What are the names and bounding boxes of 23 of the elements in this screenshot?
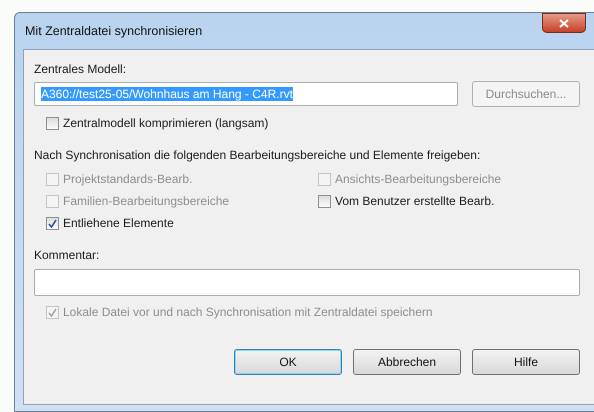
checkbox[interactable] [318, 194, 331, 208]
checkbox[interactable] [46, 116, 59, 130]
checkbox-label: Lokale Datei vor und nach Synchronisation mit Zentraldatei speichern [63, 305, 433, 319]
path-value: A360://test25-05/Wohnhaus am Hang - C4R.rvt [41, 87, 293, 101]
field-label: Kommentar: [34, 248, 100, 262]
checkbox[interactable] [46, 216, 59, 230]
dialog-button[interactable]: OK [234, 349, 342, 375]
field-label: Zentrales Modell: [34, 62, 128, 76]
dialog-button[interactable]: Hilfe [472, 349, 580, 375]
window-title: Mit Zentraldatei synchronisieren [25, 24, 202, 38]
checkmark-icon [48, 218, 57, 228]
close-icon [559, 18, 569, 28]
comment-field[interactable] [34, 269, 580, 296]
checkbox-label: Entliehene Elemente [63, 216, 174, 230]
section-heading: Nach Synchronisation die folgenden Bearbeitungsbereiche und Elemente freigeben: [34, 148, 482, 162]
checkbox-label: Zentralmodell komprimieren (langsam) [63, 116, 268, 130]
dialog-button[interactable]: Abbrechen [353, 349, 461, 375]
checkbox-label: Projektstandards-Bearb. [63, 172, 192, 186]
checkbox-label: Vom Benutzer erstellte Bearb. [335, 194, 494, 208]
close-button[interactable] [542, 13, 586, 33]
checkbox-label: Familien-Bearbeitungsbereiche [63, 194, 230, 208]
checkmark-icon [48, 308, 57, 316]
checkbox-label: Ansichts-Bearbeitungsbereiche [335, 172, 502, 186]
